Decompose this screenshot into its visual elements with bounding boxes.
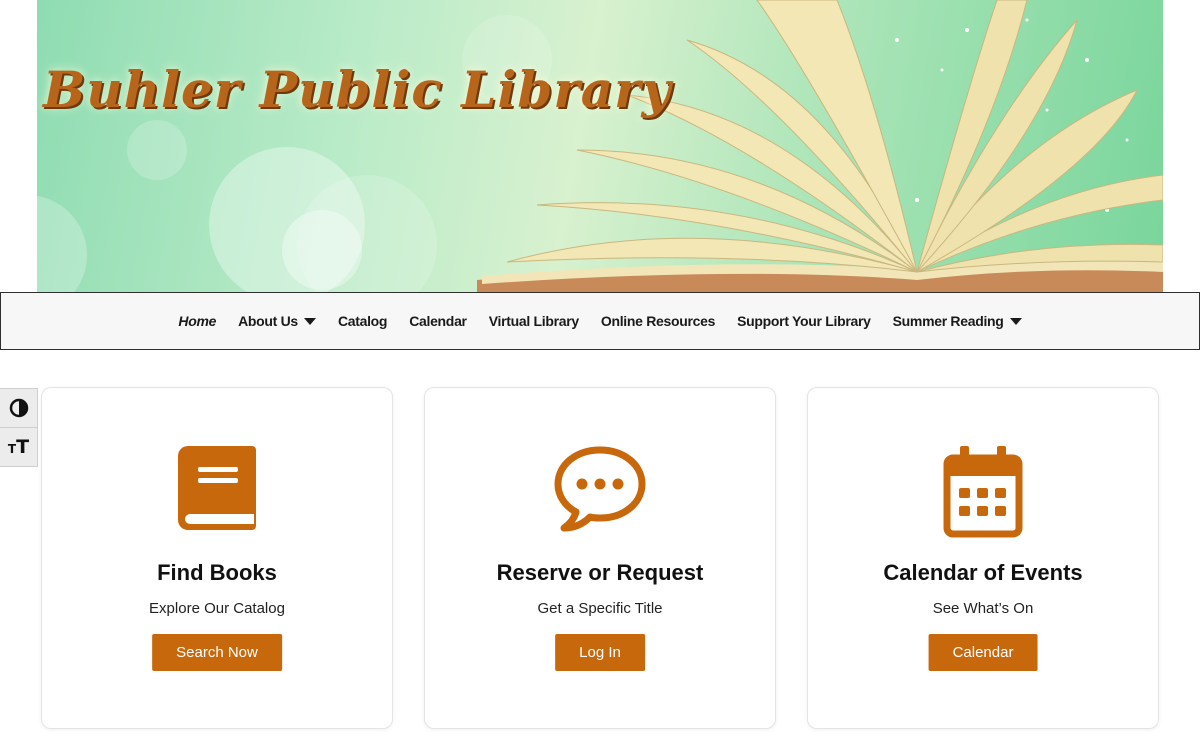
calendar-icon: [943, 446, 1023, 538]
nav-calendar[interactable]: Calendar: [409, 313, 467, 329]
nav-summer-reading-label: Summer Reading: [892, 313, 1004, 329]
font-resize-icon: TT: [7, 435, 30, 458]
nav-online-resources[interactable]: Online Resources: [600, 313, 716, 329]
nav-about-us[interactable]: About Us: [238, 313, 316, 329]
accessibility-toolbar: TT: [0, 388, 38, 467]
font-resize-toggle[interactable]: TT: [0, 427, 37, 466]
card-subtitle: See What’s On: [932, 600, 1034, 617]
nav-virtual-library[interactable]: Virtual Library: [489, 313, 579, 329]
nav-virtual-library-label: Virtual Library: [488, 313, 579, 329]
card-title: Calendar of Events: [883, 560, 1083, 585]
main-navigation: Home About Us Catalog Calendar Virtual L…: [0, 292, 1200, 350]
site-title[interactable]: Buhler Public Library: [43, 60, 672, 119]
nav-catalog-label: Catalog: [337, 313, 388, 329]
comment-icon: [554, 446, 646, 532]
log-in-button[interactable]: Log In: [555, 634, 645, 671]
calendar-button[interactable]: Calendar: [928, 634, 1038, 671]
nav-support-your-library-label: Support Your Library: [737, 313, 871, 329]
banner-illustration: [37, 0, 1163, 293]
card-title: Reserve or Request: [496, 560, 704, 585]
card-reserve-request: Reserve or Request Get a Specific Title …: [424, 387, 776, 729]
book-icon: [178, 446, 256, 530]
card-find-books: Find Books Explore Our Catalog Search No…: [41, 387, 393, 729]
card-calendar-events: Calendar of Events See What’s On Calenda…: [807, 387, 1159, 729]
nav-online-resources-label: Online Resources: [600, 313, 716, 329]
header-banner: Buhler Public Library: [37, 0, 1163, 293]
nav-summer-reading[interactable]: Summer Reading: [893, 313, 1022, 329]
card-subtitle: Explore Our Catalog: [149, 600, 285, 617]
caret-down-icon: [303, 317, 316, 325]
high-contrast-toggle[interactable]: [0, 389, 37, 427]
search-now-button[interactable]: Search Now: [152, 634, 282, 671]
nav-support-your-library[interactable]: Support Your Library: [737, 313, 871, 329]
caret-down-icon: [1009, 317, 1022, 325]
card-title: Find Books: [157, 560, 277, 585]
nav-about-us-label: About Us: [238, 313, 298, 329]
contrast-icon: [9, 398, 28, 418]
nav-home-label: Home: [178, 313, 217, 329]
nav-calendar-label: Calendar: [409, 313, 467, 329]
card-subtitle: Get a Specific Title: [537, 600, 663, 617]
nav-catalog[interactable]: Catalog: [337, 313, 388, 329]
nav-home[interactable]: Home: [178, 313, 216, 329]
